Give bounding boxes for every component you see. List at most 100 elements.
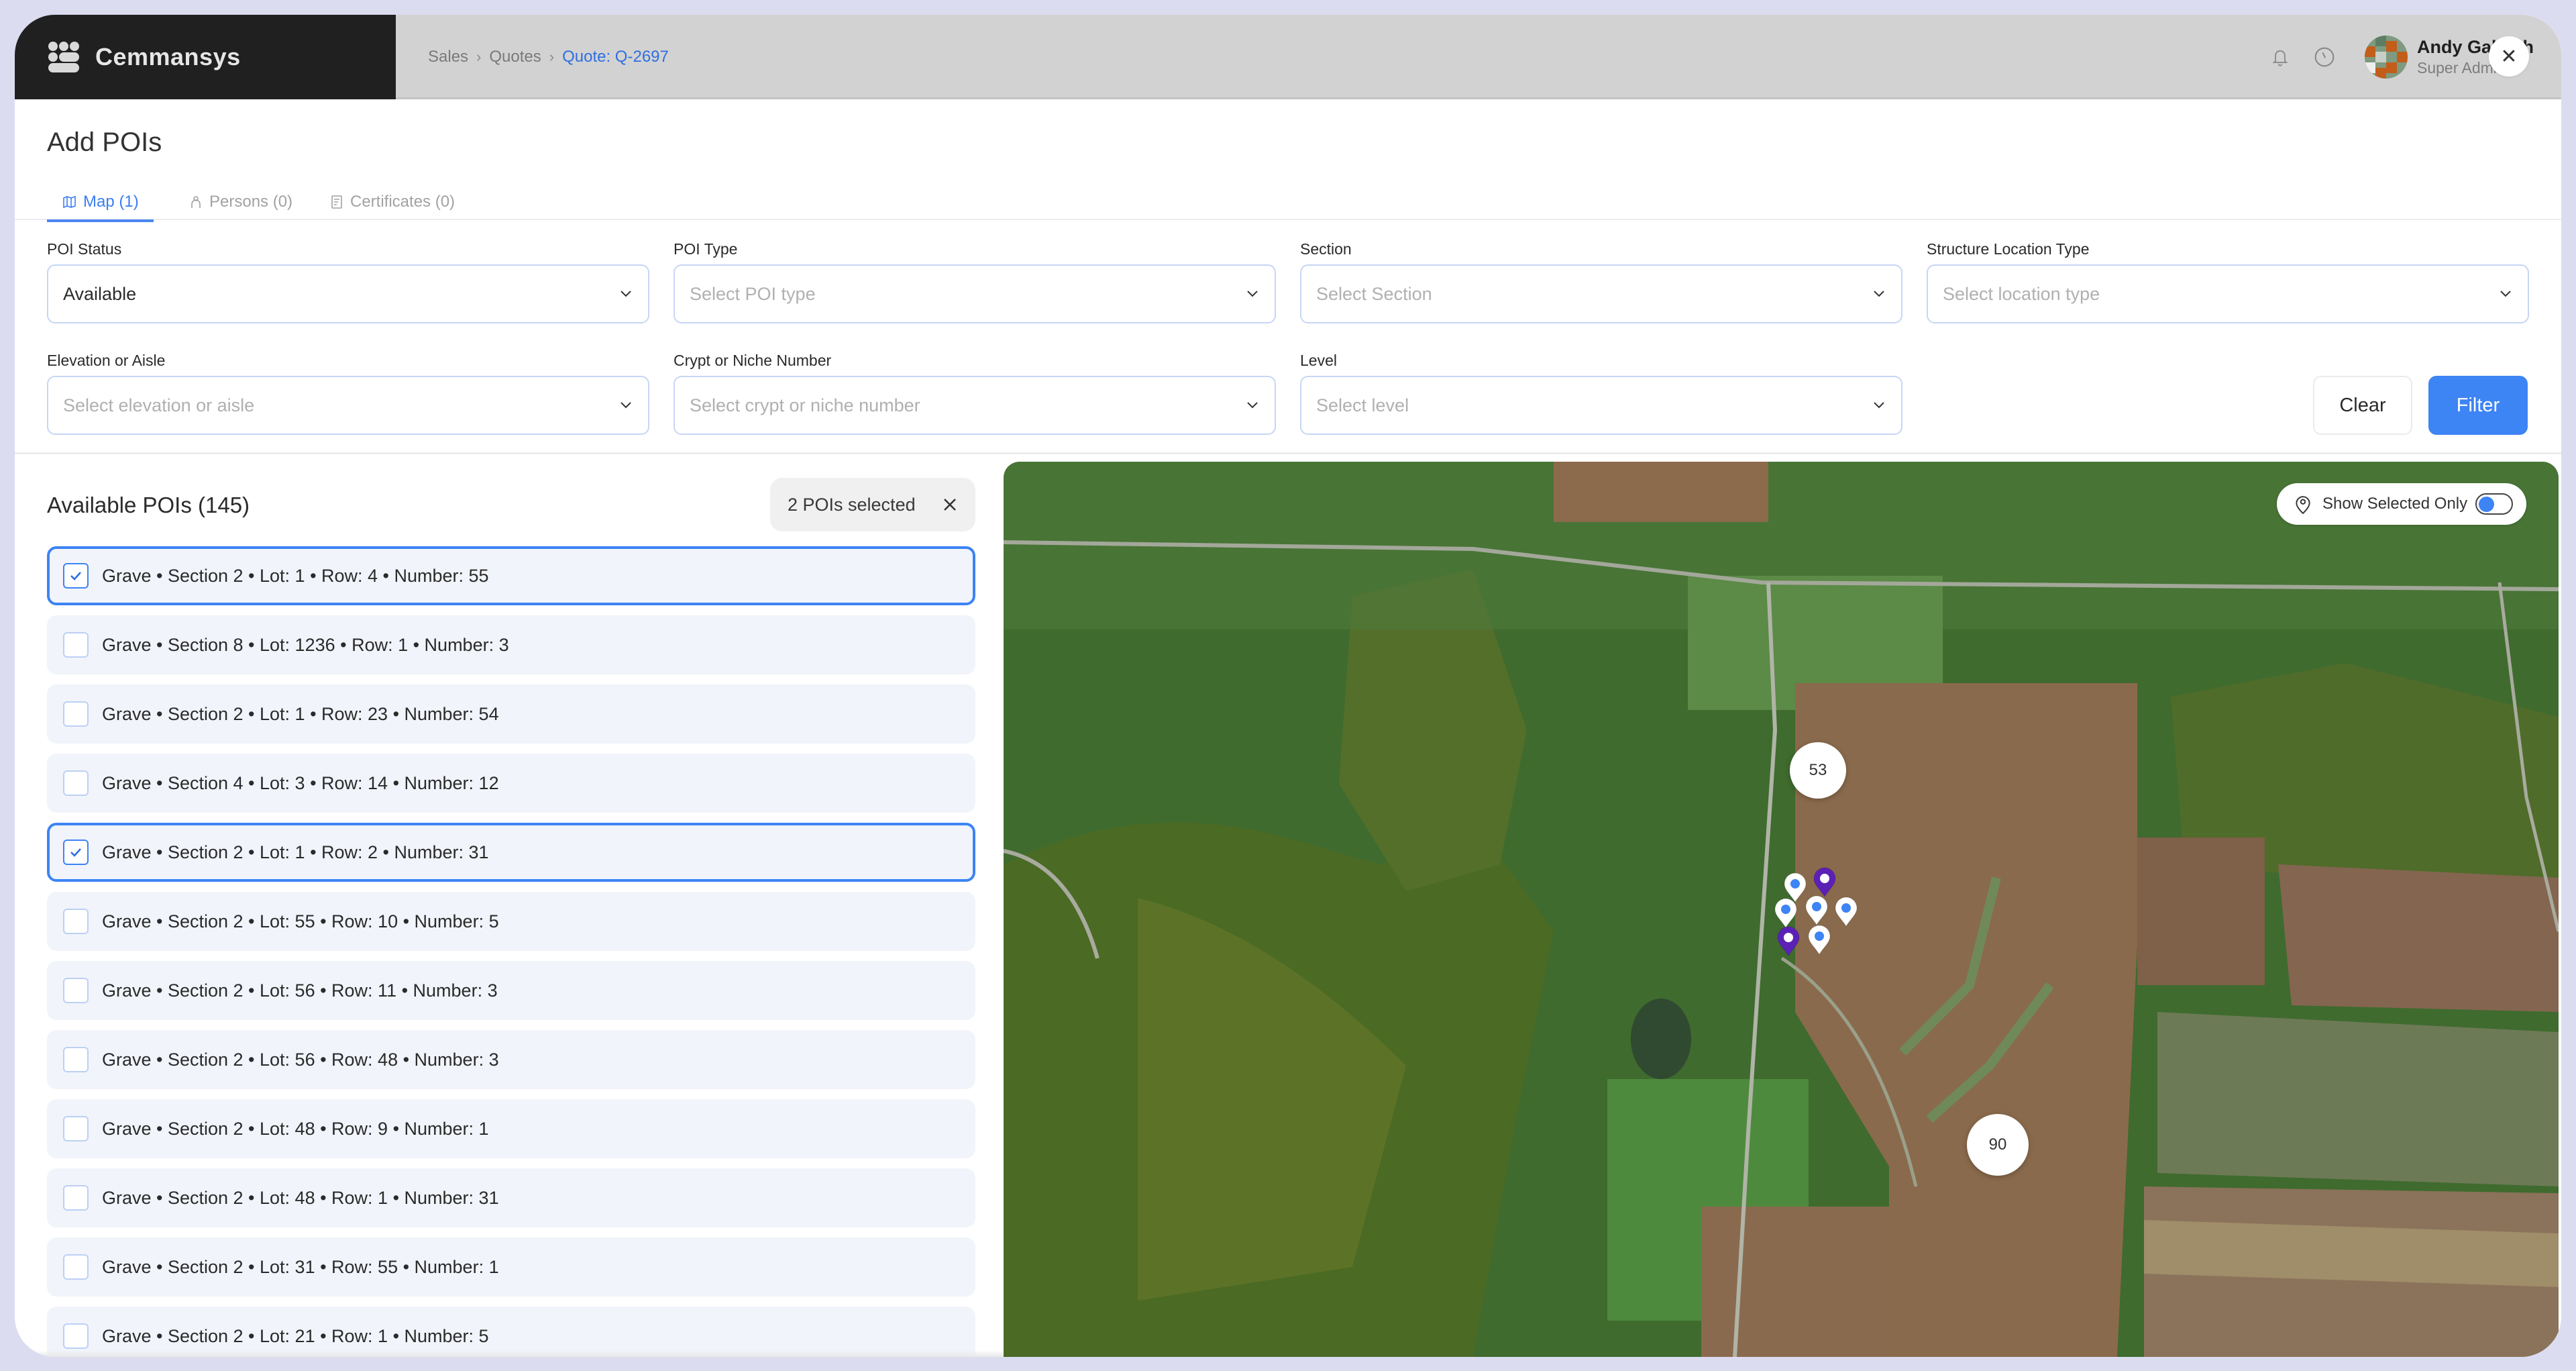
breadcrumb: Sales › Quotes › Quote: Q-2697: [428, 15, 669, 99]
poi-list-item[interactable]: Grave • Section 2 • Lot: 56 • Row: 11 • …: [47, 961, 975, 1020]
marker-icon[interactable]: [1774, 898, 1798, 929]
checkbox[interactable]: [63, 1185, 89, 1211]
selected-marker-icon[interactable]: [1813, 867, 1837, 898]
logo-icon: [47, 40, 80, 74]
tab-map[interactable]: Map (1): [47, 184, 154, 222]
toggle-switch[interactable]: [2475, 493, 2513, 515]
crypt-niche-placeholder: Select crypt or niche number: [690, 395, 920, 415]
poi-list-item[interactable]: Grave • Section 2 • Lot: 48 • Row: 1 • N…: [47, 1168, 975, 1227]
list-title: Available POIs (145): [47, 493, 250, 517]
poi-list-item[interactable]: Grave • Section 2 • Lot: 1 • Row: 23 • N…: [47, 684, 975, 744]
checkbox[interactable]: [63, 978, 89, 1003]
poi-label: Grave • Section 2 • Lot: 21 • Row: 1 • N…: [102, 1325, 489, 1346]
cluster-count: 90: [1988, 1135, 2007, 1154]
chevron-down-icon: [619, 287, 633, 301]
marker-icon[interactable]: [1805, 895, 1829, 926]
marker-icon[interactable]: [1807, 925, 1831, 956]
poi-list-item[interactable]: Grave • Section 2 • Lot: 1 • Row: 4 • Nu…: [47, 546, 975, 605]
clear-button[interactable]: Clear: [2313, 376, 2412, 435]
level-select[interactable]: Select level: [1300, 376, 1902, 435]
poi-list-item[interactable]: Grave • Section 2 • Lot: 56 • Row: 48 • …: [47, 1030, 975, 1089]
structure-location-type-placeholder: Select location type: [1943, 283, 2100, 304]
map-cluster[interactable]: 53: [1790, 742, 1846, 799]
page-title: Add POIs: [47, 128, 162, 157]
map-cluster[interactable]: 90: [1967, 1114, 2029, 1176]
selected-chip: 2 POIs selected: [770, 478, 975, 531]
map-icon: [62, 194, 78, 210]
app-window: Cemmansys Sales › Quotes › Quote: Q-2697: [15, 15, 2561, 1357]
checkbox-checked[interactable]: [63, 563, 89, 589]
check-icon: [70, 572, 81, 580]
clock-icon[interactable]: [2312, 45, 2337, 69]
chevron-down-icon: [1872, 287, 1886, 301]
chevron-down-icon: [1245, 398, 1260, 413]
poi-status-value: Available: [63, 283, 137, 304]
poi-label: Grave • Section 2 • Lot: 1 • Row: 4 • Nu…: [102, 565, 489, 586]
chevron-down-icon: [619, 398, 633, 413]
elevation-select[interactable]: Select elevation or aisle: [47, 376, 649, 435]
breadcrumb-sales[interactable]: Sales: [428, 48, 468, 66]
poi-list-item[interactable]: Grave • Section 2 • Lot: 1 • Row: 2 • Nu…: [47, 823, 975, 882]
selected-marker-icon[interactable]: [1776, 926, 1801, 957]
poi-status-select[interactable]: Available: [47, 264, 649, 323]
checkbox[interactable]: [63, 909, 89, 934]
poi-label: Grave • Section 2 • Lot: 56 • Row: 11 • …: [102, 980, 498, 1001]
tab-bar: Map (1) Persons (0) Certificates (0): [15, 184, 2561, 222]
marker-icon[interactable]: [1834, 897, 1858, 927]
checkbox[interactable]: [63, 1254, 89, 1280]
poi-type-label: POI Type: [674, 240, 738, 258]
poi-list-item[interactable]: Grave • Section 4 • Lot: 3 • Row: 14 • N…: [47, 754, 975, 813]
bell-icon[interactable]: [2268, 45, 2292, 69]
poi-label: Grave • Section 2 • Lot: 48 • Row: 1 • N…: [102, 1187, 499, 1208]
poi-label: Grave • Section 8 • Lot: 1236 • Row: 1 •…: [102, 634, 509, 655]
section-placeholder: Select Section: [1316, 283, 1432, 304]
tab-certificates-label: Certificates (0): [350, 193, 455, 211]
check-icon: [70, 848, 81, 857]
tab-certificates[interactable]: Certificates (0): [329, 184, 455, 220]
checkbox[interactable]: [63, 701, 89, 727]
structure-location-type-select[interactable]: Select location type: [1927, 264, 2529, 323]
list-fade: [15, 1350, 1021, 1357]
brand-name: Cemmansys: [95, 43, 241, 70]
poi-list-item[interactable]: Grave • Section 2 • Lot: 31 • Row: 55 • …: [47, 1237, 975, 1297]
checkbox[interactable]: [63, 1116, 89, 1141]
breadcrumb-current[interactable]: Quote: Q-2697: [562, 48, 669, 66]
poi-label: Grave • Section 2 • Lot: 55 • Row: 10 • …: [102, 911, 499, 931]
section-select[interactable]: Select Section: [1300, 264, 1902, 323]
location-pin-icon: [2294, 495, 2312, 515]
toggle-knob: [2479, 497, 2494, 512]
selected-count: 2 POIs selected: [788, 494, 916, 515]
poi-list-item[interactable]: Grave • Section 8 • Lot: 1236 • Row: 1 •…: [47, 615, 975, 674]
poi-type-select[interactable]: Select POI type: [674, 264, 1276, 323]
persons-icon: [188, 194, 204, 210]
elevation-placeholder: Select elevation or aisle: [63, 395, 255, 415]
tab-persons[interactable]: Persons (0): [188, 184, 292, 220]
poi-list-item[interactable]: Grave • Section 2 • Lot: 55 • Row: 10 • …: [47, 892, 975, 951]
poi-list-item[interactable]: Grave • Section 2 • Lot: 48 • Row: 9 • N…: [47, 1099, 975, 1158]
show-selected-only-toggle[interactable]: Show Selected Only: [2277, 483, 2526, 525]
top-bar: Cemmansys Sales › Quotes › Quote: Q-2697: [15, 15, 2561, 99]
poi-status-label: POI Status: [47, 240, 122, 258]
tab-map-label: Map (1): [83, 193, 139, 211]
section-label: Section: [1300, 240, 1352, 258]
avatar[interactable]: [2365, 36, 2408, 79]
structure-location-type-label: Structure Location Type: [1927, 240, 2090, 258]
checkbox[interactable]: [63, 770, 89, 796]
divider: [15, 452, 2561, 454]
chevron-right-icon: ›: [549, 48, 555, 65]
level-label: Level: [1300, 352, 1337, 369]
checkbox[interactable]: [63, 632, 89, 658]
clear-selection-icon[interactable]: [938, 493, 962, 517]
filter-button[interactable]: Filter: [2428, 376, 2528, 435]
crypt-niche-select[interactable]: Select crypt or niche number: [674, 376, 1276, 435]
checkbox[interactable]: [63, 1323, 89, 1349]
breadcrumb-quotes[interactable]: Quotes: [489, 48, 541, 66]
checkbox-checked[interactable]: [63, 840, 89, 865]
poi-list-item[interactable]: Grave • Section 2 • Lot: 21 • Row: 1 • N…: [47, 1307, 975, 1357]
brand[interactable]: Cemmansys: [15, 15, 396, 99]
close-button[interactable]: ✕: [2489, 36, 2529, 77]
poi-label: Grave • Section 2 • Lot: 1 • Row: 2 • Nu…: [102, 842, 489, 862]
tab-persons-label: Persons (0): [209, 193, 293, 211]
checkbox[interactable]: [63, 1047, 89, 1072]
map-view[interactable]: Show Selected Only 53 90: [1004, 462, 2559, 1357]
